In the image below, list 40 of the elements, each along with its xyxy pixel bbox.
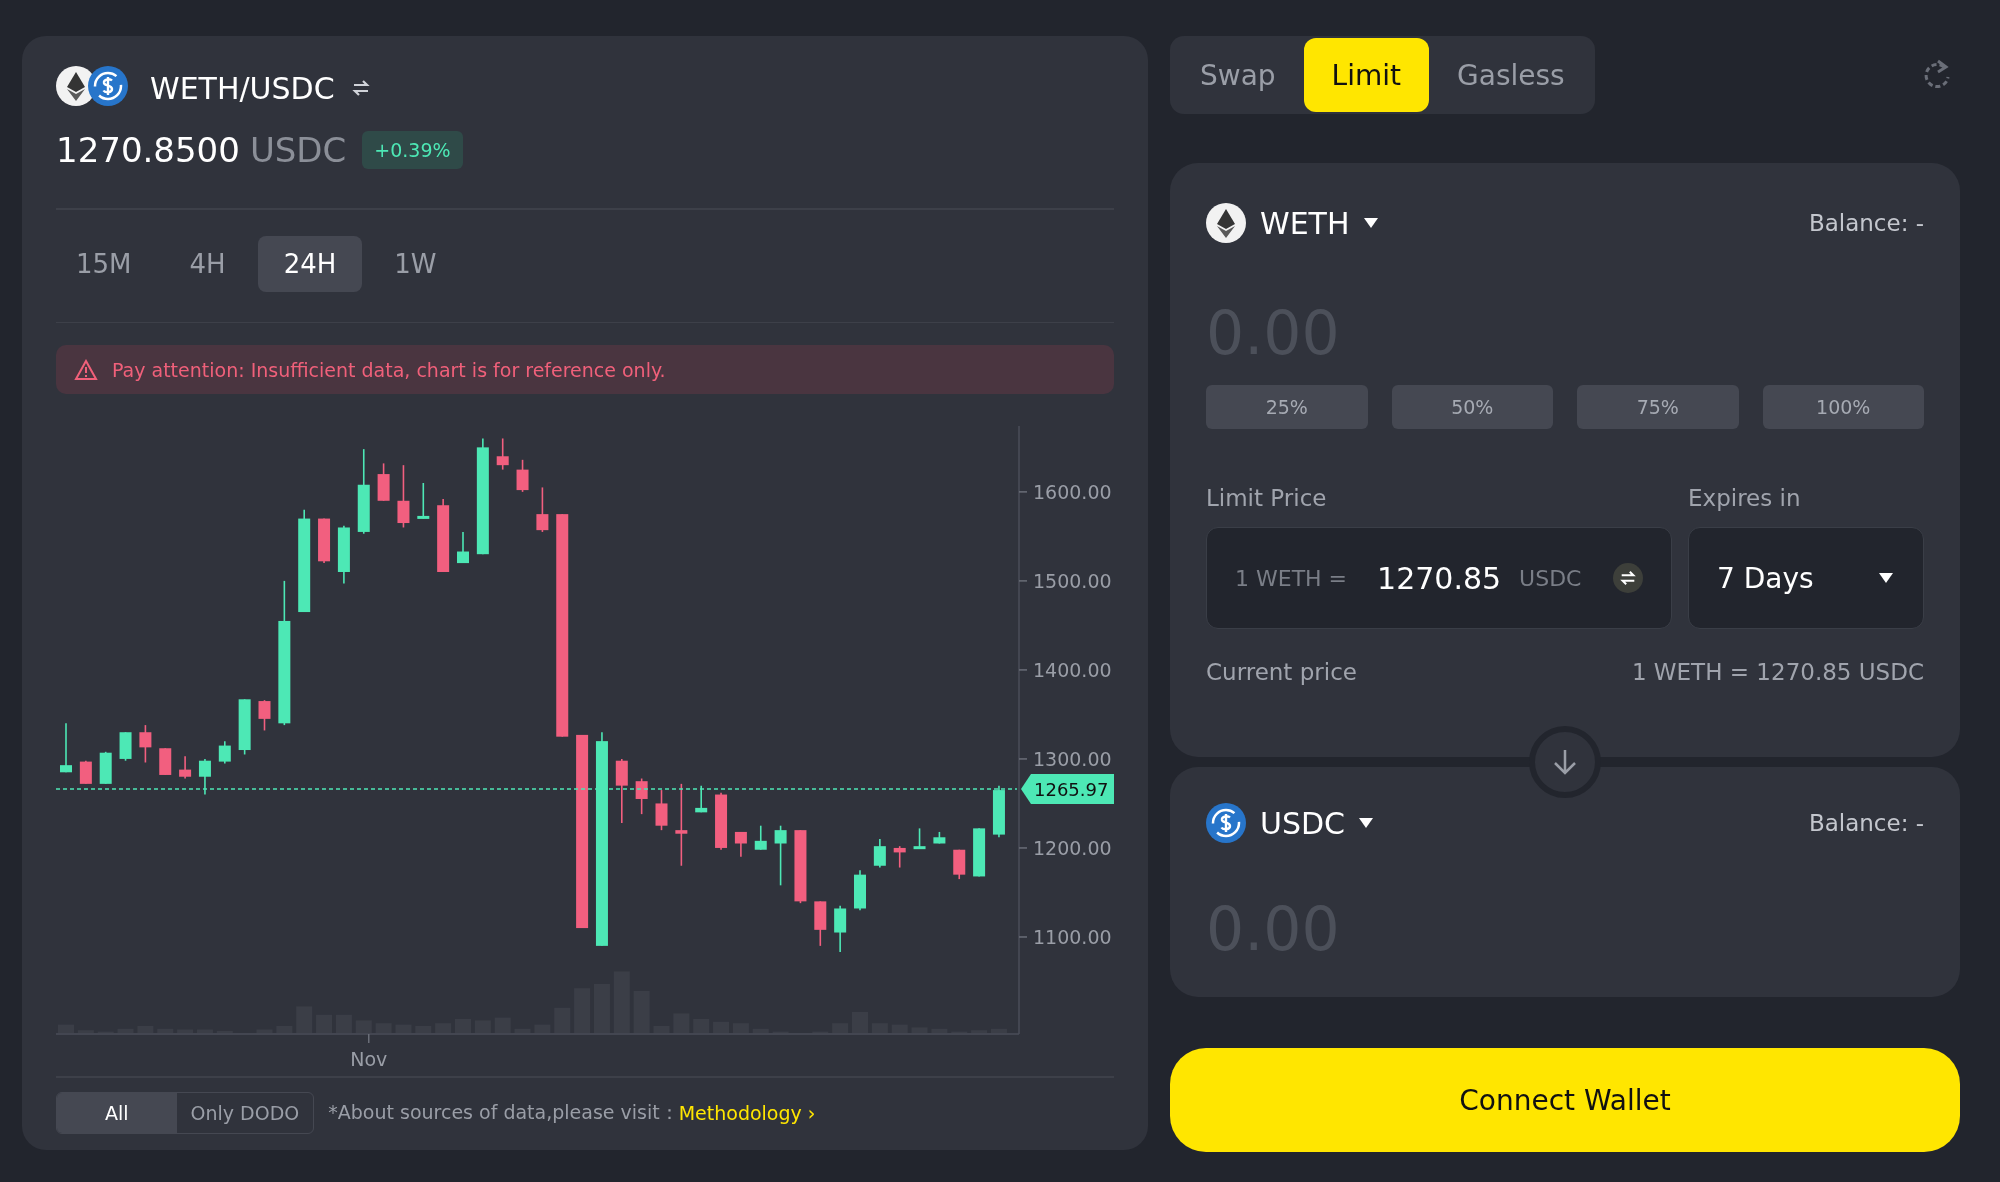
expires-dropdown[interactable]: 7 Days [1688,527,1924,629]
source-filter-tab[interactable]: Only DODO [176,1093,314,1133]
pair-title: WETH/USDC [150,70,335,106]
change-badge: +0.39% [362,131,463,169]
limit-price-label: Limit Price [1206,485,1327,511]
token-select[interactable]: USDC [1206,803,1374,843]
axis-tick-label: 1500.00 [1033,570,1112,593]
source-note: *About sources of data,please visit： [328,1100,679,1125]
last-price-tag: 1265.97 [1021,774,1114,805]
timeframe-tab[interactable]: 24H [257,235,363,292]
limit-price-input[interactable]: 1270.85 [1375,559,1506,597]
percent-button[interactable]: 100% [1762,385,1924,429]
expires-label: Expires in [1688,485,1802,511]
quote-currency: USDC [249,130,347,170]
axis-tick-label: 1400.00 [1033,659,1112,682]
warning-text: Pay attention: Insufficient data, chart is for reference only. [112,358,666,381]
limit-price-field[interactable]: 1 WETH = 1270.85 USDC [1206,527,1672,629]
balance-text: Balance: - [1808,810,1924,836]
price-text: 1270.8500 [56,130,240,170]
timeframe-tab[interactable]: 1W [368,235,463,292]
current-price-value: 1 WETH = 1270.85 USDC [1631,659,1924,685]
axis-tick-label: 1200.00 [1033,837,1112,860]
axis-tick-label: 1600.00 [1033,481,1112,504]
balance-text: Balance: - [1808,210,1924,236]
percent-button[interactable]: 75% [1577,385,1739,429]
token-select[interactable]: WETH [1206,203,1378,243]
trade-tab[interactable]: Limit [1303,38,1430,112]
trade-tab[interactable]: Swap [1172,38,1304,112]
timeframe-tab[interactable]: 4H [163,235,252,292]
percent-button[interactable]: 25% [1206,385,1368,429]
percent-button[interactable]: 50% [1391,385,1553,429]
timeframe-tab[interactable]: 15M [50,235,158,292]
source-filter-tab[interactable]: All [57,1093,177,1133]
current-price-label: Current price [1206,659,1357,685]
axis-tick-label: Nov [350,1048,388,1071]
trade-tab[interactable]: Gasless [1429,38,1593,112]
methodology-link[interactable]: Methodology › [678,1102,816,1124]
axis-tick-label: 1300.00 [1033,748,1112,771]
axis-tick-label: 1100.00 [1033,926,1112,949]
connect-wallet-button[interactable]: Connect Wallet [1170,1048,1960,1152]
